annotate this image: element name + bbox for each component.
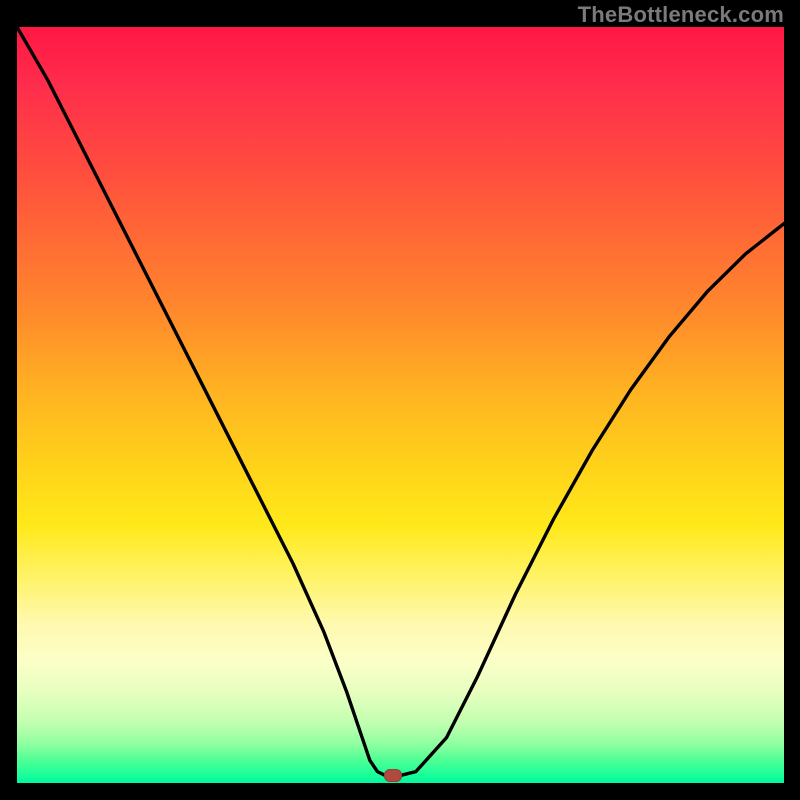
- minimum-marker: [384, 769, 402, 782]
- chart-frame: TheBottleneck.com: [0, 0, 800, 800]
- watermark-text: TheBottleneck.com: [578, 2, 784, 28]
- plot-area: [17, 27, 784, 783]
- bottleneck-curve: [17, 27, 784, 783]
